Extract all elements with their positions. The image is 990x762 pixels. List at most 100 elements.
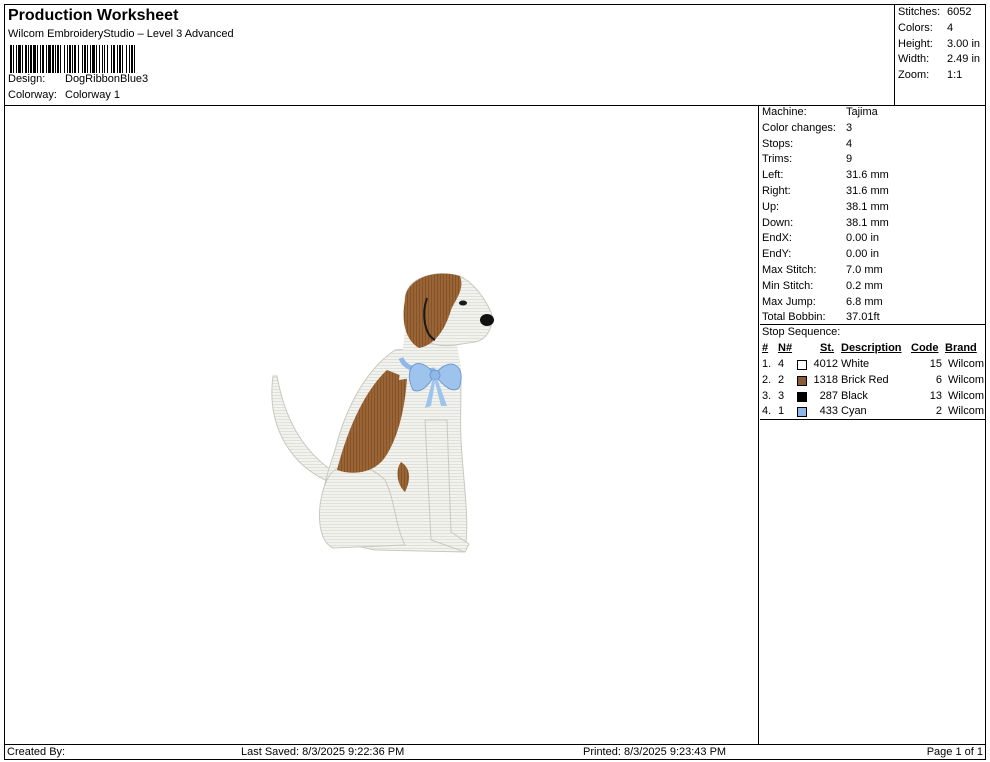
col-brand: Brand (945, 342, 977, 354)
colorway-value: Colorway 1 (65, 89, 121, 101)
machine-row: Color changes: 3 (762, 122, 852, 134)
row-number: 1. (762, 358, 772, 370)
row-stitches: 1318 (813, 373, 838, 386)
row-number: 4. (762, 405, 772, 418)
machine-row-value: 0.00 in (846, 248, 880, 261)
design-row: Design: DogRibbonBlue3 (8, 73, 148, 85)
machine-row-value: 4 (846, 137, 853, 150)
machine-row-label: Total Bobbin: (762, 311, 826, 324)
color-swatch (797, 391, 807, 402)
machine-row-value: 38.1 mm (846, 200, 889, 213)
dog-eye (459, 300, 467, 306)
machine-row: Down: 38.1 mm (762, 217, 889, 229)
row-needle: 2 (778, 373, 785, 386)
machine-row-value: 0.2 mm (846, 279, 883, 292)
col-stitches: St. (820, 342, 835, 354)
row-description: Brick Red (841, 373, 889, 386)
stat-colors: Colors: 4 (898, 22, 953, 34)
row-stitches: 4012 (813, 358, 838, 370)
barcode-bar (135, 45, 137, 73)
dog-embroidery-preview (271, 273, 494, 553)
stop-sequence-header: # N# St. Description Code Brand (762, 342, 984, 356)
row-needle: 1 (778, 405, 785, 418)
machine-row: Total Bobbin: 37.01ft (762, 311, 880, 323)
last-saved: Last Saved: 8/3/2025 9:22:36 PM (241, 746, 405, 758)
stop-sequence-row: 1. 4 4012 White 15 Wilcom (762, 358, 984, 372)
col-number: # (762, 342, 769, 354)
row-description: Black (841, 389, 868, 402)
machine-row-label: Up: (762, 200, 780, 213)
stat-value: 3.00 in (947, 38, 981, 50)
machine-row: EndY: 0.00 in (762, 248, 879, 260)
dog-nose (480, 314, 494, 326)
machine-row: Max Jump: 6.8 mm (762, 296, 883, 308)
machine-row-label: EndY: (762, 248, 792, 261)
machine-row-label: Color changes: (762, 121, 836, 134)
summary-stats: Stitches: 6052 Colors: 4 Height: 3.00 in Wi… (895, 4, 986, 105)
stat-stitches: Stitches: 6052 (898, 6, 971, 18)
row-brand: Wilcom (947, 405, 984, 418)
row-stitches: 433 (819, 405, 838, 418)
machine-row-label: Machine: (762, 106, 807, 118)
page-title: Production Worksheet (8, 7, 179, 24)
machine-row-value: 0.00 in (846, 232, 880, 245)
machine-row-value: 6.8 mm (846, 295, 883, 308)
machine-row-value: Tajima (846, 106, 878, 118)
stat-zoom: Zoom: 1:1 (898, 69, 962, 81)
worksheet-header: Production Worksheet Wilcom EmbroiderySt… (4, 4, 895, 105)
machine-row-label: Stops: (762, 137, 794, 150)
machine-row: Left: 31.6 mm (762, 169, 889, 181)
stop-sequence-divider (760, 324, 986, 325)
color-swatch (797, 360, 807, 370)
machine-row: Right: 31.6 mm (762, 185, 889, 197)
design-value: DogRibbonBlue3 (65, 73, 149, 85)
machine-row-label: Max Jump: (762, 295, 816, 308)
machine-row-label: EndX: (762, 232, 792, 245)
machine-row-label: Max Stitch: (762, 264, 817, 276)
stat-width: Width: 2.49 in (898, 53, 980, 65)
machine-row-value: 31.6 mm (846, 169, 889, 182)
stop-sequence-row: 3. 3 287 Black 13 Wilcom (762, 390, 984, 404)
machine-row-label: Right: (762, 185, 791, 197)
col-description: Description (841, 342, 902, 354)
row-code: 13 (929, 389, 942, 402)
stop-sequence-bottom (760, 419, 986, 420)
page-number: Page 1 of 1 (926, 746, 983, 758)
row-stitches: 287 (819, 389, 838, 402)
row-number: 2. (762, 373, 772, 386)
machine-row-value: 9 (846, 153, 853, 166)
row-number: 3. (762, 389, 772, 402)
row-description: Cyan (841, 405, 867, 418)
machine-row-label: Min Stitch: (762, 279, 814, 292)
machine-row-label: Left: (762, 169, 784, 182)
software-name: Wilcom EmbroideryStudio – Level 3 Advanc… (8, 28, 234, 40)
row-description: White (841, 358, 870, 370)
machine-row-label: Down: (762, 216, 794, 229)
design-label: Design: (8, 73, 46, 85)
machine-row-label: Trims: (762, 153, 793, 166)
row-brand: Wilcom (947, 358, 984, 370)
stat-label: Width: (898, 53, 930, 65)
col-code: Code (911, 342, 939, 354)
row-needle: 3 (778, 389, 785, 402)
stat-label: Height: (898, 38, 933, 50)
machine-row: Trims: 9 (762, 153, 852, 165)
stat-label: Stitches: (898, 6, 941, 18)
stat-value: 2.49 in (947, 53, 981, 65)
stat-label: Colors: (898, 22, 933, 34)
col-needle: N# (778, 342, 793, 354)
barcode (10, 45, 215, 73)
machine-row: Up: 38.1 mm (762, 201, 889, 213)
machine-row: Machine: Tajima (762, 106, 878, 118)
machine-row: EndX: 0.00 in (762, 232, 879, 244)
stat-label: Zoom: (898, 69, 930, 81)
dog-tail (271, 375, 332, 481)
machine-row-value: 7.0 mm (846, 264, 883, 276)
machine-row-value: 31.6 mm (846, 185, 889, 197)
stat-value: 1:1 (947, 69, 963, 81)
color-swatch (797, 407, 807, 418)
colorway-label: Colorway: (8, 89, 57, 101)
worksheet-footer: Created By: Last Saved: 8/3/2025 9:22:36… (4, 744, 986, 760)
stop-sequence-row: 4. 1 433 Cyan 2 Wilcom (762, 405, 984, 419)
color-swatch (797, 375, 807, 386)
